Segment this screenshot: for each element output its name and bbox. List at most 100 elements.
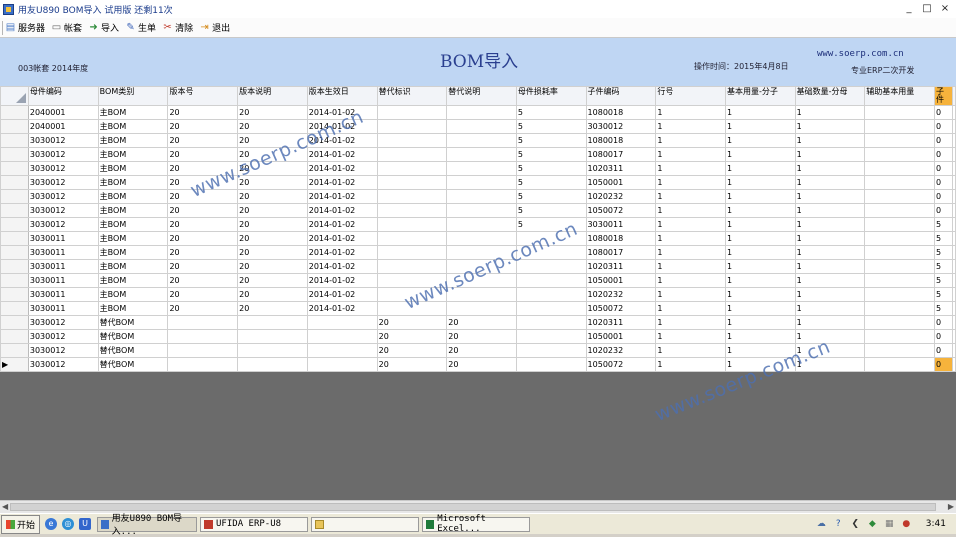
table-cell[interactable] bbox=[864, 133, 935, 148]
table-cell[interactable]: 3030012 bbox=[27, 343, 99, 358]
table-cell[interactable]: 主BOM bbox=[97, 231, 169, 246]
table-cell[interactable]: 3030012 bbox=[27, 175, 99, 190]
table-cell[interactable]: 1 bbox=[655, 315, 726, 330]
table-cell[interactable]: 1 bbox=[724, 273, 796, 288]
table-cell[interactable]: 0 bbox=[933, 329, 954, 344]
maximize-button[interactable]: □ bbox=[920, 2, 934, 15]
table-cell[interactable]: 2014-01-02 bbox=[306, 301, 378, 316]
table-cell[interactable] bbox=[376, 133, 448, 148]
table-cell[interactable]: 0 bbox=[933, 147, 954, 162]
column-header[interactable]: 辅助基本用量 bbox=[864, 86, 935, 106]
column-header[interactable]: 替代标识 bbox=[376, 86, 448, 106]
table-cell[interactable]: 0 bbox=[933, 119, 954, 134]
table-cell[interactable]: 20 bbox=[167, 231, 239, 246]
column-header[interactable]: 母件编码 bbox=[27, 86, 99, 106]
start-button[interactable]: 开始 bbox=[1, 514, 41, 534]
row-selector[interactable] bbox=[0, 119, 29, 134]
table-row[interactable]: 3030012 主BOM 20 20 2014-01-02 5 1020232 1 1 1 0 bbox=[0, 189, 956, 204]
table-cell[interactable] bbox=[864, 161, 935, 176]
table-cell[interactable] bbox=[237, 343, 308, 358]
table-cell[interactable]: 1 bbox=[794, 315, 866, 330]
table-cell[interactable]: 20 bbox=[376, 329, 448, 344]
table-cell[interactable] bbox=[515, 357, 587, 372]
table-cell[interactable] bbox=[515, 287, 587, 302]
row-selector[interactable] bbox=[0, 343, 29, 358]
table-cell[interactable] bbox=[376, 161, 448, 176]
table-cell[interactable]: 20 bbox=[237, 119, 308, 134]
table-cell[interactable]: 20 bbox=[446, 315, 517, 330]
table-cell[interactable]: 1 bbox=[794, 105, 866, 120]
table-cell[interactable]: 20 bbox=[376, 315, 448, 330]
table-cell[interactable]: 0 bbox=[933, 175, 954, 190]
table-cell[interactable]: 5 bbox=[933, 287, 954, 302]
table-cell[interactable] bbox=[446, 133, 517, 148]
table-cell[interactable]: 3030011 bbox=[27, 259, 99, 274]
table-cell[interactable]: 20 bbox=[167, 301, 239, 316]
task-bom-import[interactable]: 用友U890 BOM导入... bbox=[97, 514, 198, 537]
table-cell[interactable] bbox=[864, 357, 935, 372]
antivirus-icon[interactable]: ● bbox=[901, 519, 912, 530]
table-cell[interactable]: 0 bbox=[933, 133, 954, 148]
table-cell[interactable] bbox=[376, 203, 448, 218]
table-cell[interactable]: 3030012 bbox=[27, 189, 99, 204]
table-cell[interactable]: 主BOM bbox=[97, 203, 169, 218]
row-selector[interactable] bbox=[0, 189, 29, 204]
table-cell[interactable]: 1 bbox=[655, 287, 726, 302]
table-cell[interactable] bbox=[376, 189, 448, 204]
table-cell[interactable]: 5 bbox=[515, 105, 587, 120]
table-cell[interactable] bbox=[864, 147, 935, 162]
table-cell[interactable]: 20 bbox=[237, 231, 308, 246]
table-cell[interactable]: 20 bbox=[446, 357, 517, 372]
table-cell[interactable] bbox=[864, 175, 935, 190]
table-cell[interactable]: 2014-01-02 bbox=[306, 189, 378, 204]
table-cell[interactable]: 5 bbox=[515, 189, 587, 204]
generate-button[interactable]: ✎ 生单 bbox=[125, 21, 156, 34]
table-cell[interactable]: 1 bbox=[655, 105, 726, 120]
table-cell[interactable]: 2014-01-02 bbox=[306, 147, 378, 162]
table-cell[interactable]: 20 bbox=[167, 133, 239, 148]
table-cell[interactable]: 5 bbox=[515, 175, 587, 190]
table-cell[interactable]: 0 bbox=[933, 343, 954, 358]
table-cell[interactable]: 2014-01-02 bbox=[306, 217, 378, 232]
table-cell[interactable] bbox=[446, 189, 517, 204]
table-cell[interactable] bbox=[306, 343, 378, 358]
table-cell[interactable] bbox=[515, 343, 587, 358]
table-row[interactable]: 3030012 主BOM 20 20 2014-01-02 5 1080017 1 1 1 0 bbox=[0, 147, 956, 162]
table-cell[interactable]: 20 bbox=[167, 217, 239, 232]
table-cell[interactable] bbox=[446, 217, 517, 232]
row-selector[interactable]: ▶ bbox=[0, 357, 29, 372]
table-row[interactable]: 3030011 主BOM 20 20 2014-01-02 1050072 1 1 1 5 bbox=[0, 301, 956, 316]
network-icon[interactable]: ☁ bbox=[816, 519, 827, 530]
table-cell[interactable]: 3030012 bbox=[27, 147, 99, 162]
column-header[interactable]: 行号 bbox=[655, 86, 726, 106]
table-cell[interactable] bbox=[864, 259, 935, 274]
row-selector[interactable] bbox=[0, 217, 29, 232]
ledger-button[interactable]: ▭ 帐套 bbox=[51, 21, 82, 34]
table-cell[interactable]: 1020311 bbox=[585, 259, 657, 274]
column-header[interactable]: 版本生效日 bbox=[306, 86, 378, 106]
task-folder[interactable] bbox=[311, 516, 420, 532]
close-button[interactable]: × bbox=[938, 2, 952, 15]
table-cell[interactable] bbox=[446, 147, 517, 162]
table-cell[interactable] bbox=[376, 231, 448, 246]
table-cell[interactable] bbox=[446, 105, 517, 120]
column-header[interactable]: BOM类别 bbox=[97, 86, 169, 106]
table-cell[interactable] bbox=[237, 329, 308, 344]
row-selector[interactable] bbox=[0, 259, 29, 274]
table-cell[interactable]: 1020311 bbox=[585, 315, 657, 330]
quicklaunch-browser-icon[interactable]: ◎ bbox=[62, 518, 75, 530]
table-cell[interactable]: 1 bbox=[655, 189, 726, 204]
select-all-corner[interactable] bbox=[0, 86, 29, 106]
table-cell[interactable]: 3030012 bbox=[27, 217, 99, 232]
table-cell[interactable] bbox=[864, 189, 935, 204]
table-cell[interactable]: 20 bbox=[237, 301, 308, 316]
table-cell[interactable]: 20 bbox=[446, 329, 517, 344]
table-cell[interactable]: 1080017 bbox=[585, 245, 657, 260]
table-cell[interactable]: 主BOM bbox=[97, 301, 169, 316]
import-button[interactable]: ➜ 导入 bbox=[88, 21, 119, 34]
table-cell[interactable]: 1020311 bbox=[585, 161, 657, 176]
column-header[interactable]: 版本说明 bbox=[237, 86, 308, 106]
table-cell[interactable]: 20 bbox=[167, 245, 239, 260]
table-cell[interactable]: 替代BOM bbox=[97, 343, 169, 358]
table-cell[interactable]: 2014-01-02 bbox=[306, 273, 378, 288]
